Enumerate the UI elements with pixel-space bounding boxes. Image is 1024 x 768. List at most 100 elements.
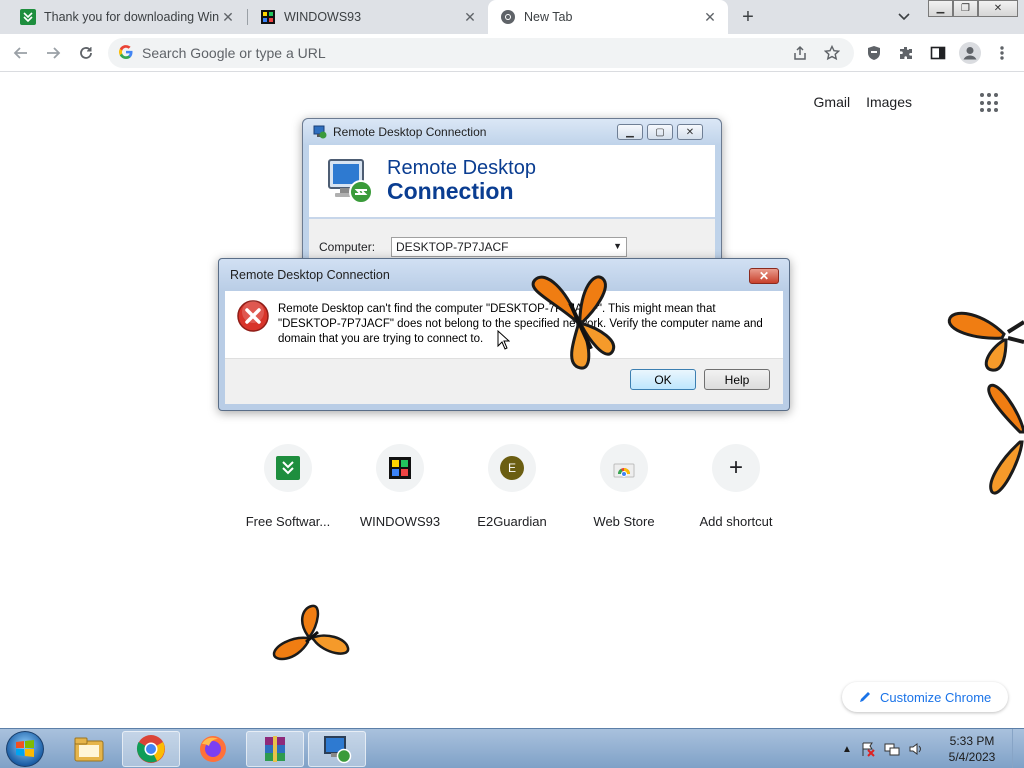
butterfly-icon bbox=[947, 311, 1024, 372]
side-panel-icon[interactable] bbox=[925, 40, 951, 66]
e2guardian-letter: E bbox=[500, 456, 524, 480]
reload-button[interactable] bbox=[73, 40, 99, 66]
tab-windows93[interactable]: WINDOWS93 ✕ bbox=[248, 0, 488, 34]
volume-icon[interactable] bbox=[908, 741, 924, 757]
rdc-banner-line1: Remote Desktop bbox=[387, 157, 536, 180]
clock-date: 5/4/2023 bbox=[948, 750, 996, 764]
shortcut-e2guardian[interactable]: E E2Guardian bbox=[456, 444, 568, 534]
shortcut-web-store[interactable]: Web Store bbox=[568, 444, 680, 534]
extension-shield-icon[interactable] bbox=[861, 40, 887, 66]
ok-button[interactable]: OK bbox=[630, 369, 696, 390]
remote-desktop-icon bbox=[324, 736, 352, 764]
network-icon[interactable] bbox=[884, 741, 900, 757]
windows93-icon bbox=[260, 9, 276, 25]
chrome-icon bbox=[500, 9, 516, 25]
tab-title: New Tab bbox=[524, 10, 573, 24]
show-hidden-icons-icon[interactable]: ▲ bbox=[842, 744, 852, 755]
taskbar-clock[interactable]: 5:33 PM 5/4/2023 bbox=[940, 733, 1004, 765]
star-icon[interactable] bbox=[820, 41, 844, 65]
file-explorer-icon bbox=[74, 737, 104, 762]
minimize-button[interactable]: ▁ bbox=[617, 124, 643, 140]
shortcut-free-software[interactable]: Free Softwar... bbox=[232, 444, 344, 534]
new-tab-button[interactable]: + bbox=[736, 5, 760, 29]
pencil-icon bbox=[860, 692, 870, 702]
maximize-button[interactable]: ▢ bbox=[647, 124, 673, 140]
customize-chrome-label: Customize Chrome bbox=[880, 689, 992, 705]
remote-desktop-computer-icon bbox=[328, 159, 373, 204]
computer-select[interactable]: DESKTOP-7P7JACF ▼ bbox=[391, 237, 627, 257]
rdc-client-area: Remote Desktop Connection Computer: DESK… bbox=[309, 145, 715, 267]
share-icon[interactable] bbox=[788, 41, 812, 65]
winrar-icon bbox=[265, 736, 285, 762]
fosshub-icon bbox=[20, 9, 36, 25]
shortcut-label: WINDOWS93 bbox=[359, 514, 441, 529]
windows93-icon bbox=[376, 444, 424, 492]
restore-button[interactable]: ❐ bbox=[953, 0, 978, 17]
mouse-cursor-icon bbox=[497, 330, 510, 350]
computer-label: Computer: bbox=[319, 240, 376, 254]
google-apps-icon[interactable] bbox=[980, 93, 1000, 113]
shortcut-add[interactable]: + Add shortcut bbox=[680, 444, 792, 534]
kebab-menu-icon[interactable] bbox=[989, 40, 1015, 66]
rdc-banner-line2: Connection bbox=[387, 178, 514, 205]
google-g-icon bbox=[118, 44, 134, 63]
computer-row: Computer: DESKTOP-7P7JACF ▼ bbox=[319, 237, 627, 257]
shortcut-label: Free Softwar... bbox=[245, 514, 331, 529]
butterfly-icon bbox=[531, 275, 616, 370]
dropdown-arrow-icon[interactable]: ▼ bbox=[613, 241, 622, 251]
customize-chrome-button[interactable]: Customize Chrome bbox=[842, 682, 1008, 712]
chevron-down-icon[interactable] bbox=[894, 7, 914, 27]
tab-title: WINDOWS93 bbox=[284, 10, 362, 24]
chrome-icon bbox=[136, 735, 165, 763]
remote-desktop-icon bbox=[313, 125, 327, 139]
tab-title: Thank you for downloading WinR bbox=[44, 10, 220, 24]
minimize-button[interactable]: ▁ bbox=[928, 0, 953, 17]
omnibox-placeholder: Search Google or type a URL bbox=[142, 45, 326, 61]
rdc-window: Remote Desktop Connection ▁ ▢ ✕ Remote D… bbox=[302, 118, 722, 268]
back-button[interactable] bbox=[8, 40, 34, 66]
tab-strip: Thank you for downloading WinR ✕ WINDOWS… bbox=[0, 0, 1024, 34]
error-titlebar[interactable]: Remote Desktop Connection bbox=[219, 259, 789, 291]
taskbar-winrar[interactable] bbox=[246, 731, 304, 767]
shortcut-windows93[interactable]: WINDOWS93 bbox=[344, 444, 456, 534]
fosshub-icon bbox=[264, 444, 312, 492]
butterfly-icon bbox=[987, 383, 1024, 495]
close-button[interactable]: ✕ bbox=[677, 124, 703, 140]
rdc-title: Remote Desktop Connection bbox=[333, 125, 487, 139]
shortcut-label: Add shortcut bbox=[699, 514, 773, 529]
show-desktop-button[interactable] bbox=[1012, 729, 1024, 768]
close-icon[interactable]: ✕ bbox=[702, 9, 718, 25]
close-button[interactable]: ✕ bbox=[978, 0, 1018, 17]
error-title: Remote Desktop Connection bbox=[230, 268, 390, 282]
taskbar: ▲ 5:33 PM 5/4/2023 bbox=[0, 728, 1024, 768]
puzzle-icon[interactable] bbox=[893, 40, 919, 66]
shortcut-label: Web Store bbox=[593, 514, 655, 529]
clock-time: 5:33 PM bbox=[949, 734, 995, 748]
omnibox[interactable]: Search Google or type a URL bbox=[108, 38, 854, 68]
start-button[interactable] bbox=[6, 731, 44, 767]
butterfly-icon bbox=[272, 604, 350, 661]
windows-logo-icon bbox=[16, 740, 34, 757]
close-button[interactable]: ✕ bbox=[749, 268, 779, 284]
forward-button[interactable] bbox=[40, 40, 66, 66]
e2guardian-icon: E bbox=[488, 444, 536, 492]
tab-fosshub[interactable]: Thank you for downloading WinR ✕ bbox=[8, 0, 246, 34]
taskbar-file-explorer[interactable] bbox=[60, 731, 118, 767]
action-center-flag-icon[interactable] bbox=[860, 741, 876, 757]
help-button[interactable]: Help bbox=[704, 369, 770, 390]
images-link[interactable]: Images bbox=[866, 94, 912, 110]
tab-new-tab[interactable]: New Tab ✕ bbox=[488, 0, 728, 34]
rdc-window-controls: ▁ ▢ ✕ bbox=[617, 124, 703, 141]
taskbar-remote-desktop[interactable] bbox=[308, 731, 366, 767]
error-button-row: OK Help bbox=[225, 358, 783, 404]
taskbar-firefox[interactable] bbox=[184, 731, 242, 767]
taskbar-chrome[interactable] bbox=[122, 731, 180, 767]
close-icon[interactable]: ✕ bbox=[462, 9, 478, 25]
firefox-icon bbox=[200, 736, 226, 762]
profile-avatar-icon[interactable] bbox=[957, 40, 983, 66]
gmail-link[interactable]: Gmail bbox=[814, 94, 851, 110]
shortcut-label: E2Guardian bbox=[477, 514, 547, 529]
close-icon[interactable]: ✕ bbox=[220, 9, 236, 25]
error-icon bbox=[237, 300, 269, 332]
error-message: Remote Desktop can't find the computer "… bbox=[278, 303, 763, 345]
